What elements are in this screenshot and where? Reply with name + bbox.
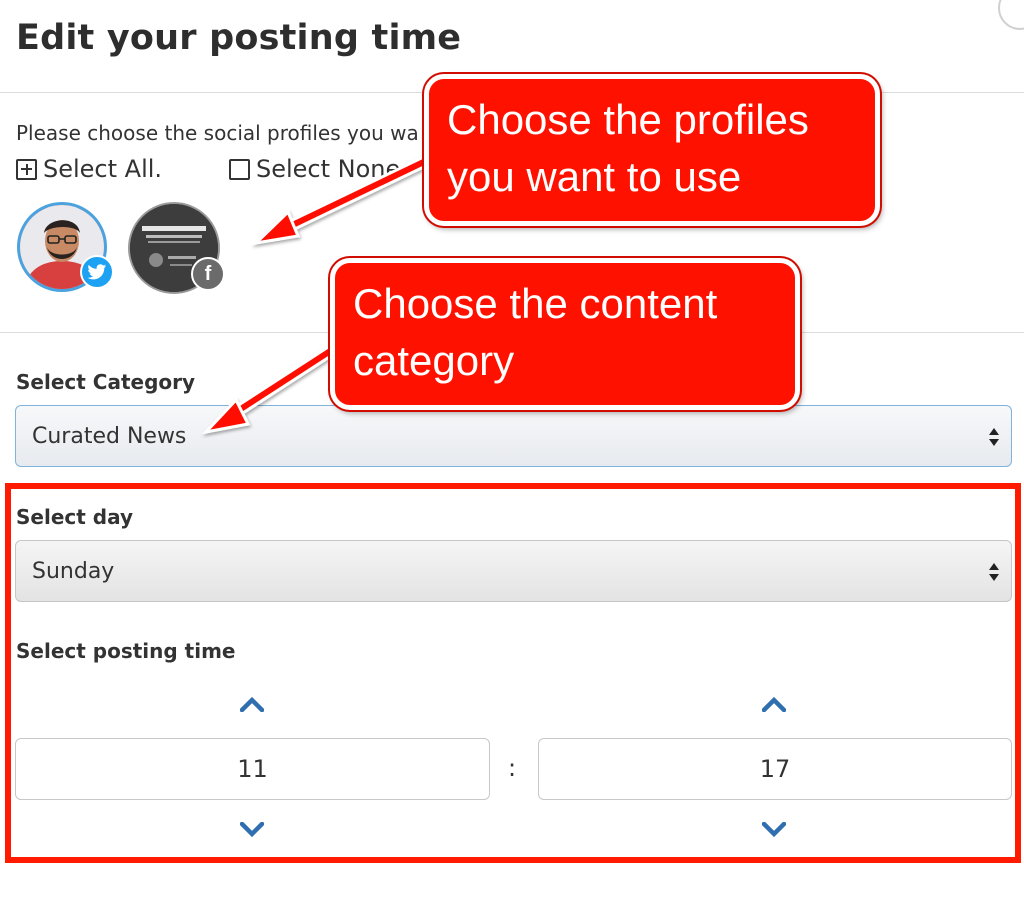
callout-category-line1: Choose the content [353,280,718,327]
callout-profiles-line1: Choose the profiles [447,96,809,143]
callout-profiles-line2: you want to use [447,153,742,200]
select-all-link[interactable]: Select All. [16,155,162,183]
select-none-label: Select None. [256,155,408,183]
callout-choose-category: Choose the content category [330,258,800,410]
close-button[interactable] [998,0,1024,30]
select-none-link[interactable]: Select None. [229,155,408,183]
category-select-value: Curated News [32,423,187,449]
category-select[interactable]: Curated News [15,405,1012,467]
profiles-instruction: Please choose the social profiles you wa [16,121,419,145]
empty-square-icon [229,158,250,180]
category-label: Select Category [16,370,196,394]
facebook-icon: f [191,257,225,291]
dialog-title: Edit your posting time [16,18,462,58]
callout-category-line2: category [353,337,515,384]
plus-square-icon [16,158,37,180]
callout-choose-profiles: Choose the profiles you want to use [424,74,880,226]
up-down-arrows-icon [989,428,999,446]
highlight-box [5,483,1021,863]
twitter-icon [80,255,114,289]
select-all-label: Select All. [43,155,163,183]
